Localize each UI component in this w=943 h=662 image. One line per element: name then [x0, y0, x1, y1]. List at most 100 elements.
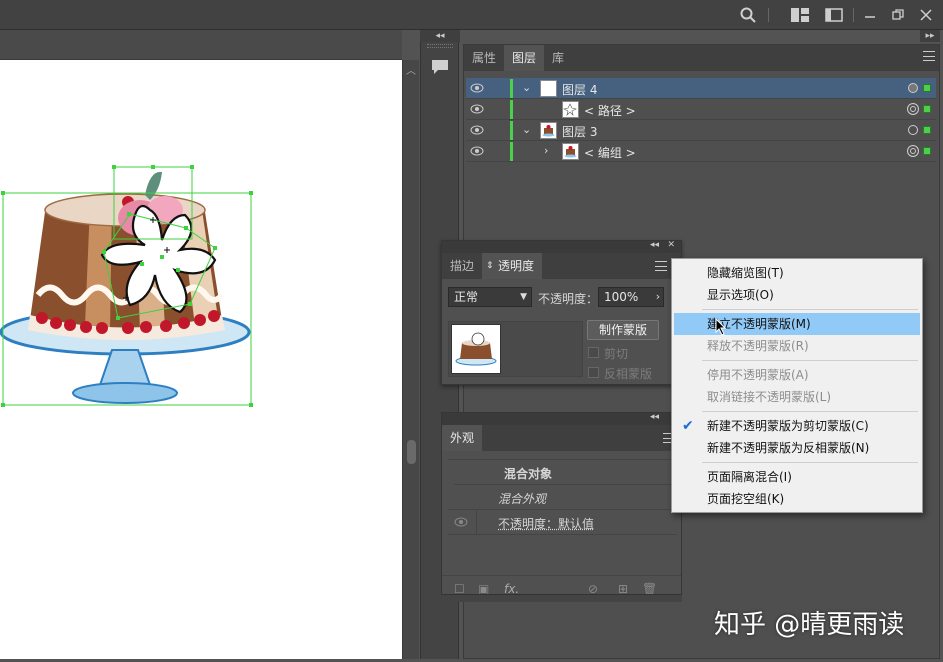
row-label: 混合对象	[504, 465, 552, 482]
menu-item-label: 新建不透明蒙版为剪切蒙版(C)	[707, 415, 869, 437]
layer-thumbnail	[540, 80, 557, 97]
opacity-label: 不透明度：	[538, 290, 598, 307]
layer-name[interactable]: 图层 3	[562, 123, 597, 140]
menu-item-show-options[interactable]: 显示选项(O)	[674, 284, 920, 306]
appearance-list: 混合对象 混合外观 不透明度：默认值	[448, 459, 677, 547]
menu-separator	[702, 411, 918, 412]
scrollbar-thumb[interactable]	[407, 440, 416, 464]
menu-item-release-opacity-mask[interactable]: 释放不透明蒙版(R)	[674, 335, 920, 357]
tab-layers[interactable]: 图层	[504, 45, 544, 71]
artboard-canvas[interactable]	[0, 60, 402, 659]
divider	[768, 8, 769, 22]
collapse-icon[interactable]: ◂◂	[650, 412, 659, 422]
restore-icon[interactable]	[888, 5, 908, 25]
selection-indicator[interactable]	[923, 147, 931, 155]
comments-icon[interactable]	[427, 54, 453, 80]
menu-item-disable-opacity-mask[interactable]: 停用不透明蒙版(A)	[674, 364, 920, 386]
target-icon[interactable]	[907, 145, 919, 157]
visibility-eye-icon[interactable]	[470, 103, 484, 115]
menu-item-new-mask-inverted[interactable]: 新建不透明蒙版为反相蒙版(N)	[674, 437, 920, 459]
tab-libraries[interactable]: 库	[544, 45, 572, 71]
layer-name[interactable]: < 路径 >	[584, 102, 636, 119]
chevron-down-icon[interactable]: ⌄	[522, 123, 531, 136]
appearance-panel: ◂◂ 外观 混合对象 混合外观 不透明度：默认值 ☐ ▣ fx. ⊘ ⊞ 🗑	[441, 412, 682, 602]
workspace-grid-icon[interactable]	[790, 5, 810, 25]
dock-grip[interactable]	[427, 44, 453, 48]
chevron-right-icon[interactable]: ›	[651, 287, 665, 307]
menu-item-hide-thumbnails[interactable]: 隐藏缩览图(T)	[674, 262, 920, 284]
visibility-eye-icon[interactable]	[470, 124, 484, 136]
layer-row[interactable]: < 路径 >	[466, 99, 936, 120]
visibility-eye-icon[interactable]	[470, 145, 484, 157]
selection-indicator[interactable]	[923, 84, 931, 92]
selection-indicator[interactable]	[923, 105, 931, 113]
tab-appearance[interactable]: 外观	[442, 425, 482, 451]
tab-properties[interactable]: 属性	[464, 45, 504, 71]
target-icon[interactable]	[908, 125, 918, 135]
checkmark-icon: ✔	[682, 415, 694, 437]
panel-resize-grip[interactable]	[441, 594, 682, 602]
invert-mask-label: 反相蒙版	[604, 365, 652, 382]
layer-row[interactable]: › < 编组 >	[466, 141, 936, 162]
selection-indicator[interactable]	[923, 126, 931, 134]
menu-separator	[702, 360, 918, 361]
blend-mode-value: 正常	[454, 290, 478, 304]
menu-separator	[702, 309, 918, 310]
menu-item-make-opacity-mask[interactable]: 建立不透明蒙版(M)	[674, 313, 920, 335]
close-icon[interactable]	[916, 5, 936, 25]
clip-checkbox[interactable]	[588, 347, 599, 358]
layer-row[interactable]: ⌄ 图层 4	[466, 78, 936, 99]
tab-transparency[interactable]: ⇕ 透明度	[482, 253, 542, 279]
panel-header[interactable]: ◂◂	[442, 413, 681, 425]
appearance-row[interactable]: 混合对象	[454, 460, 683, 485]
panel-toggle-icon[interactable]	[824, 5, 844, 25]
visibility-eye-icon[interactable]	[470, 82, 484, 94]
layer-row[interactable]: ⌄ 图层 3	[466, 120, 936, 141]
tab-stroke[interactable]: 描边	[442, 253, 482, 279]
tab-label: 透明度	[498, 259, 534, 273]
layer-color-bar	[510, 79, 513, 98]
layers-panel-tabs: 属性 图层 库	[464, 45, 939, 71]
layer-color-bar	[510, 142, 513, 161]
blend-mode-select[interactable]: 正常 ▼	[448, 287, 532, 307]
minimize-icon[interactable]	[860, 5, 880, 25]
layer-name[interactable]: < 编组 >	[584, 144, 636, 161]
chevron-right-icon[interactable]: ›	[544, 144, 548, 157]
expand-right-icon[interactable]: ▸▸	[920, 30, 940, 42]
appearance-panel-tabs: 外观	[442, 425, 681, 451]
transparency-panel-tabs: 描边 ⇕ 透明度	[442, 253, 681, 279]
chevron-down-icon[interactable]: ⌄	[522, 81, 531, 94]
target-icon[interactable]	[907, 103, 919, 115]
object-thumbnail[interactable]	[451, 324, 501, 374]
search-icon[interactable]	[738, 5, 758, 25]
target-icon[interactable]	[908, 83, 918, 93]
layer-name[interactable]: 图层 4	[562, 81, 597, 98]
canvas-vertical-scrollbar[interactable]: ︿	[402, 60, 419, 659]
close-panel-icon[interactable]: ✕	[667, 240, 675, 250]
make-mask-button[interactable]: 制作蒙版	[587, 320, 659, 340]
document-tab-strip	[0, 30, 402, 60]
panel-menu-icon[interactable]	[923, 51, 935, 61]
scroll-up-icon[interactable]: ︿	[406, 62, 416, 77]
menu-item-new-mask-clipping[interactable]: ✔ 新建不透明蒙版为剪切蒙版(C)	[674, 415, 920, 437]
layer-color-bar	[510, 100, 513, 119]
collapse-icon[interactable]: ◂◂	[650, 240, 659, 250]
panel-menu-icon[interactable]	[655, 261, 667, 271]
row-label[interactable]: 不透明度：默认值	[498, 515, 594, 532]
cake-artwork[interactable]	[0, 60, 402, 659]
menu-item-page-knockout-group[interactable]: 页面挖空组(K)	[674, 488, 920, 510]
collapse-left-icon[interactable]: ◂◂	[420, 30, 460, 42]
appearance-row[interactable]: 混合外观	[448, 485, 677, 510]
divider	[476, 510, 477, 535]
menu-item-unlink-opacity-mask[interactable]: 取消链接不透明蒙版(L)	[674, 386, 920, 408]
menu-separator	[702, 462, 918, 463]
layer-color-bar	[510, 121, 513, 140]
visibility-eye-icon[interactable]	[454, 517, 468, 527]
invert-mask-checkbox[interactable]	[588, 367, 599, 378]
menu-item-page-isolate-blending[interactable]: 页面隔离混合(I)	[674, 466, 920, 488]
appearance-row[interactable]: 不透明度：默认值	[448, 510, 677, 535]
tab-options-icon: ⇕	[486, 253, 494, 279]
panel-header[interactable]: ◂◂ ✕	[442, 241, 681, 253]
group-thumbnail	[562, 143, 579, 160]
opacity-value: 100%	[604, 290, 638, 304]
